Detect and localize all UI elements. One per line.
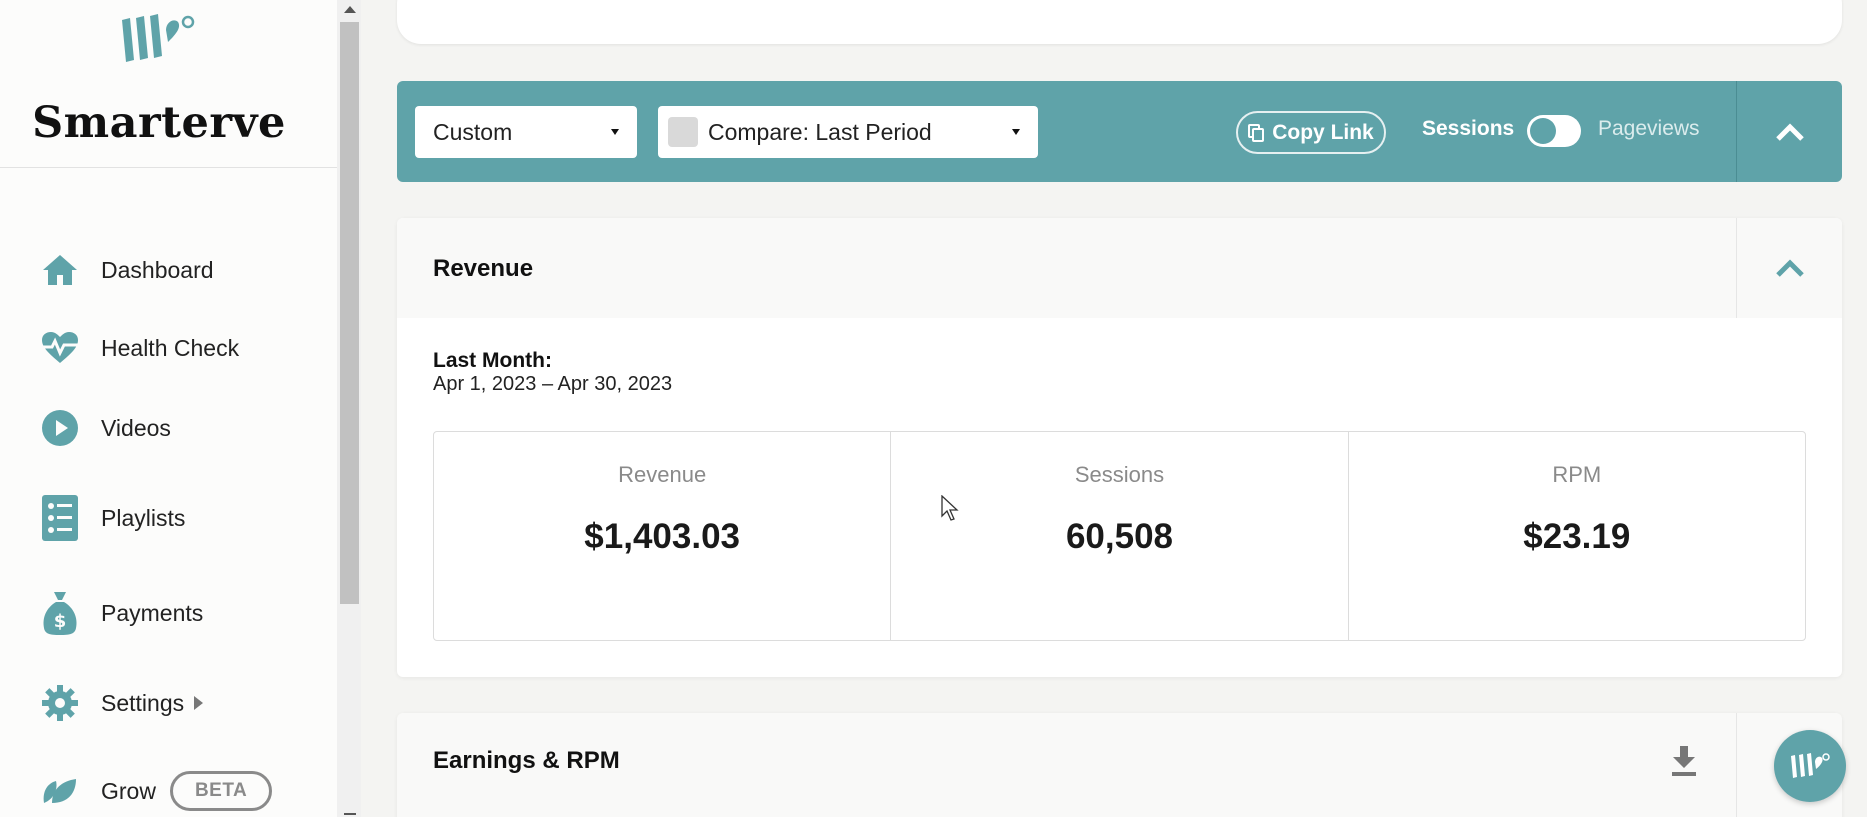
scroll-up-arrow-icon[interactable] xyxy=(344,6,356,13)
sidebar-item-payments[interactable]: $ Payments xyxy=(40,589,203,637)
stat-label: RPM xyxy=(1552,462,1602,487)
help-chat-button[interactable] xyxy=(1774,730,1846,802)
checklist-icon xyxy=(40,495,80,541)
period-label: Last Month: xyxy=(433,349,552,372)
copy-link-button[interactable]: Copy Link xyxy=(1236,111,1386,154)
sidebar-item-dashboard[interactable]: Dashboard xyxy=(40,246,214,294)
gear-icon xyxy=(40,683,80,723)
mouse-cursor-icon xyxy=(941,495,959,521)
logo-area: Smarterve xyxy=(0,0,337,168)
header-divider xyxy=(1736,713,1737,817)
stat-rpm: RPM $23.19 xyxy=(1349,432,1805,640)
top-card xyxy=(397,0,1842,44)
stat-value: 60,508 xyxy=(1065,517,1174,556)
dropdown-arrow-icon xyxy=(611,129,619,135)
home-icon xyxy=(40,250,80,290)
toggle-knob xyxy=(1530,118,1556,144)
sidebar-item-label: Videos xyxy=(101,414,171,441)
revenue-card: Revenue Last Month: Apr 1, 2023 – Apr 30… xyxy=(397,218,1842,677)
revenue-title: Revenue xyxy=(433,255,534,282)
copy-link-label: Copy Link xyxy=(1272,120,1374,144)
compare-select[interactable]: Compare: Last Period xyxy=(658,106,1038,158)
svg-text:$: $ xyxy=(54,611,67,632)
revenue-stats: Revenue $1,403.03 Sessions 60,508 RPM $2… xyxy=(433,431,1806,641)
play-circle-icon xyxy=(40,408,80,448)
download-button[interactable] xyxy=(1671,745,1697,782)
compare-value: Compare: Last Period xyxy=(708,118,932,145)
scroll-down-arrow-icon[interactable] xyxy=(344,813,356,815)
beta-badge: BETA xyxy=(169,771,273,811)
sidebar-item-settings[interactable]: Settings xyxy=(40,679,204,727)
sidebar-item-videos[interactable]: Videos xyxy=(40,404,171,452)
caret-right-icon xyxy=(194,696,204,710)
stat-value: $23.19 xyxy=(1523,517,1631,556)
date-range-select[interactable]: Custom xyxy=(415,106,637,158)
sidebar-item-label: Playlists xyxy=(101,504,186,531)
download-icon xyxy=(1672,746,1696,776)
stat-value: $1,403.03 xyxy=(584,517,741,556)
sidebar-item-label: Payments xyxy=(101,599,204,626)
sidebar-item-grow[interactable]: Grow BETA xyxy=(40,767,273,815)
sidebar-item-label: Settings xyxy=(101,689,185,716)
compare-checkbox[interactable] xyxy=(668,117,698,147)
stat-revenue: Revenue $1,403.03 xyxy=(434,432,892,640)
revenue-card-header[interactable]: Revenue xyxy=(397,218,1842,318)
earnings-card: Earnings & RPM xyxy=(397,713,1842,817)
filter-toolbar: Custom Compare: Last Period Copy Link Se… xyxy=(397,81,1842,182)
sidebar: Smarterve Dashboard Health Check Videos … xyxy=(0,0,337,817)
sidebar-item-playlists[interactable]: Playlists xyxy=(40,494,185,542)
sidebar-item-label: Grow xyxy=(101,777,156,804)
logo-icon xyxy=(1791,753,1830,778)
chevron-up-icon xyxy=(1775,122,1804,141)
sidebar-item-label: Health Check xyxy=(101,334,240,361)
sessions-toggle-label: Sessions xyxy=(1422,117,1515,140)
sidebar-scrollbar[interactable] xyxy=(337,0,361,817)
logo-icon xyxy=(122,14,195,62)
stat-label: Revenue xyxy=(618,462,707,487)
pageviews-toggle-label: Pageviews xyxy=(1598,117,1700,140)
chevron-up-icon xyxy=(1775,259,1804,277)
sidebar-item-label: Dashboard xyxy=(101,256,214,283)
heart-pulse-icon xyxy=(40,328,80,368)
stat-sessions: Sessions 60,508 xyxy=(891,432,1349,640)
sessions-pageviews-toggle[interactable] xyxy=(1527,115,1581,147)
date-range-value: Custom xyxy=(433,118,513,145)
scrollbar-thumb[interactable] xyxy=(340,22,359,604)
copy-icon xyxy=(1248,123,1265,142)
revenue-collapse-button[interactable] xyxy=(1737,218,1842,318)
period-range: Apr 1, 2023 – Apr 30, 2023 xyxy=(433,373,673,395)
brand-name: Smarterve xyxy=(32,98,286,148)
earnings-title: Earnings & RPM xyxy=(433,747,620,774)
stat-label: Sessions xyxy=(1074,462,1165,487)
dropdown-arrow-icon xyxy=(1012,129,1020,135)
leaf-icon xyxy=(40,771,80,811)
sidebar-item-health-check[interactable]: Health Check xyxy=(40,324,239,372)
money-bag-icon: $ xyxy=(40,592,80,635)
toolbar-collapse-button[interactable] xyxy=(1737,81,1842,182)
